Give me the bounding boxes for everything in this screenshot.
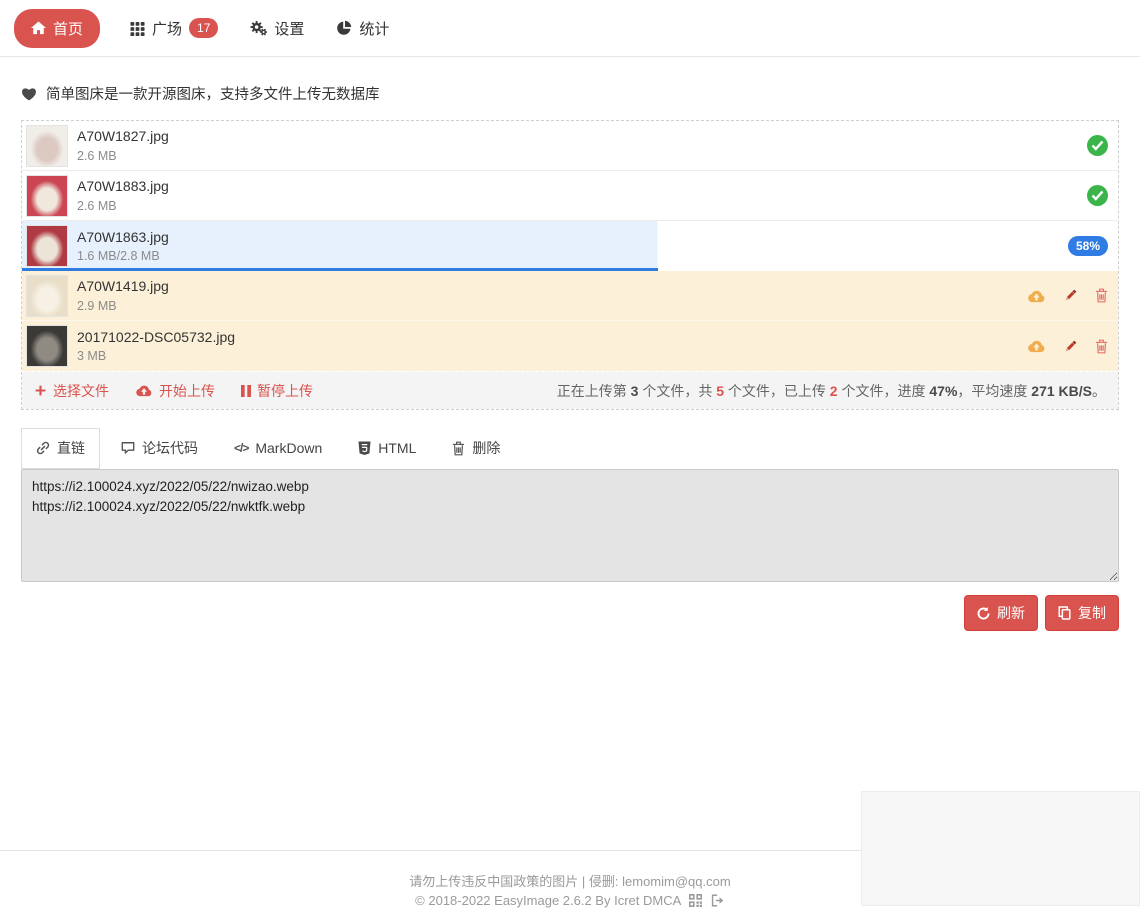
start-upload-label: 开始上传 [159,381,215,401]
tab-markdown[interactable]: </> MarkDown [219,428,337,469]
file-row: A70W1827.jpg 2.6 MB [22,121,1118,171]
file-thumbnail [26,175,68,217]
pause-upload-button[interactable]: 暂停上传 [241,381,313,401]
upload-dropzone: A70W1827.jpg 2.6 MB [21,120,1119,410]
delete-file-button[interactable] [1095,288,1108,303]
top-navbar: 首页 广场 17 设置 统计 [0,0,1140,57]
trash-icon [452,441,465,456]
file-name: 20171022-DSC05732.jpg [77,327,235,347]
file-name: A70W1827.jpg [77,126,169,146]
select-files-button[interactable]: 选择文件 [34,381,109,401]
file-size: 1.6 MB/2.8 MB [77,247,169,265]
sign-out-icon[interactable] [711,893,725,912]
tab-direct-link[interactable]: 直链 [21,428,100,469]
nav-plaza-label: 广场 [152,18,182,39]
links-textarea[interactable]: https://i2.100024.xyz/2022/05/22/nwizao.… [21,469,1119,582]
tab-forum-code[interactable]: 论坛代码 [106,428,213,469]
nav-stats-button[interactable]: 统计 [334,14,391,43]
heart-icon [21,87,37,101]
file-row: 20171022-DSC05732.jpg 3 MB [22,321,1118,371]
nav-home-label: 首页 [53,18,83,39]
nav-settings-button[interactable]: 设置 [248,14,306,43]
copy-button[interactable]: 复制 [1045,595,1119,631]
tab-direct-link-label: 直链 [57,438,85,458]
file-row: A70W1419.jpg 2.9 MB [22,271,1118,321]
edit-file-button[interactable] [1063,339,1078,354]
delete-file-button[interactable] [1095,339,1108,354]
tab-html[interactable]: HTML [343,428,431,469]
edit-file-button[interactable] [1063,288,1078,303]
plus-icon [34,384,47,397]
nav-settings-label: 设置 [274,18,304,39]
code-icon: </> [234,441,248,455]
progress-badge: 58% [1068,236,1108,256]
file-size: 2.9 MB [77,297,169,315]
file-thumbnail [26,275,68,317]
upload-action-bar: 选择文件 开始上传 暂停上传 正在上传第 3 个文件，共 5 个文件，已上传 2… [22,371,1118,409]
file-thumbnail [26,225,68,267]
start-upload-button[interactable]: 开始上传 [135,381,215,401]
file-name: A70W1863.jpg [77,227,169,247]
corner-overlay-panel [861,791,1140,906]
gears-icon [250,20,267,36]
link-icon [36,441,50,455]
copy-icon [1058,606,1071,620]
home-icon [31,21,46,35]
grid-icon [130,21,145,36]
tab-markdown-label: MarkDown [255,440,322,456]
upload-file-button[interactable] [1027,339,1046,353]
pause-upload-label: 暂停上传 [257,381,313,401]
upload-success-icon [1087,185,1108,206]
refresh-button[interactable]: 刷新 [964,595,1038,631]
refresh-label: 刷新 [997,603,1025,623]
file-name: A70W1883.jpg [77,176,169,196]
intro-text: 简单图床是一款开源图床，支持多文件上传无数据库 [46,83,380,104]
tab-html-label: HTML [378,440,416,456]
upload-status-text: 正在上传第 3 个文件，共 5 个文件，已上传 2 个文件，进度 47%，平均速… [557,381,1106,401]
tab-delete-label: 删除 [472,438,500,458]
copy-label: 复制 [1078,603,1106,623]
tab-delete[interactable]: 删除 [437,428,515,469]
pie-chart-icon [336,20,352,36]
cloud-upload-icon [135,384,153,397]
nav-home-button[interactable]: 首页 [14,9,100,48]
file-thumbnail [26,125,68,167]
upload-success-icon [1087,135,1108,156]
file-size: 2.6 MB [77,197,169,215]
file-size: 3 MB [77,347,235,365]
file-size: 2.6 MB [77,147,169,165]
nav-stats-label: 统计 [359,18,389,39]
upload-file-button[interactable] [1027,289,1046,303]
tab-forum-code-label: 论坛代码 [142,438,198,458]
html5-icon [358,441,371,456]
file-thumbnail [26,325,68,367]
pause-icon [241,385,251,397]
qrcode-icon[interactable] [689,893,702,912]
output-tabs: 直链 论坛代码 </> MarkDown HTML 删除 [21,428,1119,469]
file-list: A70W1827.jpg 2.6 MB [22,121,1118,371]
plaza-count-badge: 17 [189,18,218,38]
file-row: A70W1883.jpg 2.6 MB [22,171,1118,221]
intro-line: 简单图床是一款开源图床，支持多文件上传无数据库 [21,83,1119,104]
file-name: A70W1419.jpg [77,276,169,296]
select-files-label: 选择文件 [53,381,109,401]
nav-plaza-button[interactable]: 广场 17 [128,14,220,43]
refresh-icon [977,607,990,620]
file-row: A70W1863.jpg 1.6 MB/2.8 MB 58% [22,221,1118,271]
comment-icon [121,441,135,455]
